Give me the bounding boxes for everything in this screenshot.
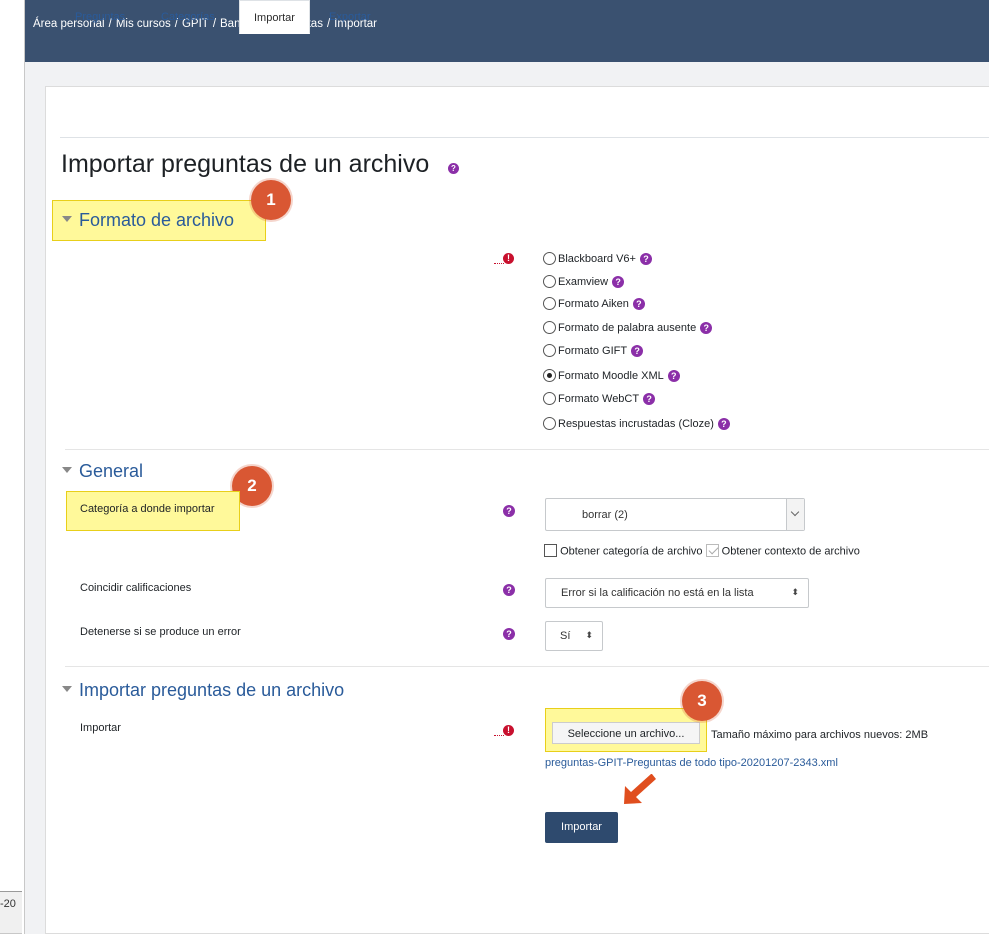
collapse-caret-icon	[62, 686, 72, 693]
stop-on-error-value: Sí	[560, 630, 571, 642]
format-option-aiken[interactable]: Formato Aiken?	[543, 296, 645, 312]
format-option-label: Examview	[558, 276, 609, 288]
get-category-checkbox-row[interactable]: Obtener categoría de archivo Obtener con…	[544, 544, 860, 558]
help-icon[interactable]: ?	[700, 322, 713, 335]
radio-button-selected[interactable]	[543, 368, 556, 382]
help-icon[interactable]: ?	[631, 345, 644, 358]
required-icon: !	[503, 725, 514, 736]
tab-categorias[interactable]: Categorías	[161, 0, 215, 34]
selected-file-link[interactable]: preguntas-GPIT-Preguntas de todo tipo-20…	[545, 757, 838, 769]
radio-button[interactable]	[543, 343, 556, 357]
format-option-label: Formato Aiken	[558, 298, 629, 310]
tab-exportar[interactable]: Exportar	[329, 0, 371, 34]
format-option-label: Formato GIFT	[558, 345, 628, 357]
get-category-label: Obtener categoría de archivo	[560, 545, 703, 558]
left-background-window	[0, 0, 25, 934]
section-divider	[65, 666, 989, 667]
help-icon[interactable]: ?	[612, 276, 625, 289]
match-grades-select[interactable]: Error si la calificación no está en la l…	[545, 578, 809, 608]
help-icon[interactable]: ?	[448, 163, 459, 174]
required-icon: !	[503, 253, 514, 264]
page-title: Importar preguntas de un archivo	[61, 150, 430, 178]
section-format-header[interactable]: Formato de archivo	[62, 210, 234, 231]
stop-on-error-label: Detenerse si se produce un error	[80, 626, 241, 638]
category-select-value: borrar (2)	[582, 509, 628, 521]
help-icon[interactable]: ?	[639, 253, 652, 266]
required-dots	[494, 735, 504, 736]
format-option-moodle-xml[interactable]: Formato Moodle XML?	[543, 368, 680, 384]
get-category-checkbox[interactable]	[544, 544, 557, 557]
category-label: Categoría a donde importar	[80, 503, 215, 515]
section-import-header[interactable]: Importar preguntas de un archivo	[62, 680, 344, 701]
format-option-webct[interactable]: Formato WebCT?	[543, 391, 656, 407]
help-icon[interactable]: ?	[503, 628, 515, 640]
radio-button[interactable]	[543, 251, 556, 265]
format-option-gift[interactable]: Formato GIFT?	[543, 343, 644, 359]
help-icon[interactable]: ?	[503, 584, 515, 596]
radio-button[interactable]	[543, 416, 556, 430]
section-general-header[interactable]: General	[62, 461, 143, 482]
max-size-text: Tamaño máximo para archivos nuevos: 2MB	[711, 729, 929, 741]
pointer-arrow-icon	[624, 774, 656, 804]
stop-on-error-select[interactable]: Sí ⬍	[545, 621, 603, 651]
chevron-down-icon	[786, 499, 804, 530]
choose-file-button[interactable]: Seleccione un archivo...	[552, 722, 700, 744]
radio-button[interactable]	[543, 320, 556, 334]
radio-button[interactable]	[543, 391, 556, 405]
section-divider	[65, 449, 989, 450]
select-updown-icon: ⬍	[585, 630, 593, 640]
import-label: Importar	[80, 722, 121, 734]
step-badge-3: 3	[682, 681, 722, 721]
background-window-text: -20	[0, 891, 22, 934]
format-option-label: Formato WebCT	[558, 393, 640, 405]
step-badge-1: 1	[251, 180, 291, 220]
section-general-title: General	[79, 461, 144, 481]
tabs-divider	[60, 137, 989, 138]
help-icon[interactable]: ?	[717, 418, 730, 431]
format-option-missing-word[interactable]: Formato de palabra ausente?	[543, 320, 713, 336]
radio-button[interactable]	[543, 296, 556, 310]
format-option-examview[interactable]: Examview?	[543, 274, 625, 290]
collapse-caret-icon	[62, 216, 72, 223]
section-import-title: Importar preguntas de un archivo	[79, 680, 345, 700]
match-grades-label: Coincidir calificaciones	[80, 582, 192, 594]
format-option-label: Formato de palabra ausente	[558, 322, 697, 334]
section-format-title: Formato de archivo	[79, 210, 235, 230]
format-option-label: Blackboard V6+	[558, 253, 636, 265]
format-option-label: Respuestas incrustadas (Cloze)	[558, 418, 714, 430]
help-icon[interactable]: ?	[667, 370, 680, 383]
import-submit-button[interactable]: Importar	[545, 812, 618, 843]
tab-importar[interactable]: Importar	[239, 0, 310, 34]
category-select[interactable]: borrar (2)	[545, 498, 805, 531]
format-option-label: Formato Moodle XML	[558, 370, 664, 382]
help-icon[interactable]: ?	[643, 393, 656, 406]
radio-button[interactable]	[543, 274, 556, 288]
select-updown-icon: ⬍	[791, 587, 799, 597]
tab-preguntas[interactable]: Preguntas	[75, 0, 125, 34]
format-option-cloze[interactable]: Respuestas incrustadas (Cloze)?	[543, 416, 730, 432]
collapse-caret-icon	[62, 467, 72, 474]
format-option-blackboard[interactable]: Blackboard V6+?	[543, 251, 652, 267]
help-icon[interactable]: ?	[632, 298, 645, 311]
required-dots	[494, 263, 504, 264]
get-context-checkbox[interactable]	[705, 544, 719, 557]
match-grades-value: Error si la calificación no está en la l…	[561, 587, 754, 599]
get-context-label: Obtener contexto de archivo	[721, 545, 860, 558]
help-icon[interactable]: ?	[503, 505, 515, 517]
